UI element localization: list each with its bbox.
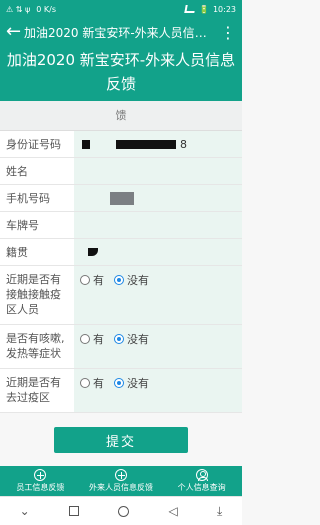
- radio-selected-icon: [114, 275, 124, 285]
- q3-no-radio[interactable]: 没有: [114, 375, 149, 391]
- nav-down-icon[interactable]: ⌄: [20, 504, 30, 518]
- home-icon[interactable]: [118, 505, 130, 517]
- plus-icon: [115, 469, 127, 481]
- redacted-block: [82, 139, 90, 149]
- id-number-row: 身份证号码 8: [0, 131, 242, 158]
- q1-yes-label: 有: [93, 274, 104, 287]
- q3-options: 有 没有: [74, 369, 242, 412]
- bottom-tab-bar: 员工信息反馈 外来人员信息反馈 个人信息查询: [0, 466, 242, 496]
- more-menu-icon[interactable]: ⋮: [220, 23, 236, 42]
- q1-yes-radio[interactable]: 有: [80, 272, 104, 288]
- banner-title: 加油2020 新宝安环-外来人员信息反馈: [6, 51, 236, 93]
- q3-yes-label: 有: [93, 377, 104, 390]
- tab-personal-query[interactable]: 个人信息查询: [161, 466, 242, 496]
- name-label: 姓名: [0, 158, 74, 184]
- subheader: 馈: [0, 101, 242, 131]
- phone-field[interactable]: [74, 185, 242, 211]
- download-icon[interactable]: ⤓: [217, 504, 222, 519]
- q2-options: 有 没有: [74, 325, 242, 368]
- recent-apps-icon[interactable]: [68, 506, 79, 516]
- origin-label: 籍贯: [0, 239, 74, 265]
- q1-options: 有 没有: [74, 266, 242, 324]
- q2-no-label: 没有: [127, 333, 149, 346]
- redacted-block: [88, 248, 98, 256]
- name-field[interactable]: [74, 158, 242, 184]
- plate-field[interactable]: [74, 212, 242, 238]
- origin-field[interactable]: [74, 239, 242, 265]
- q3-yes-radio[interactable]: 有: [80, 375, 104, 391]
- plate-row: 车牌号: [0, 212, 242, 239]
- q1-label: 近期是否有接触接触疫区人员: [0, 266, 74, 324]
- radio-circle-icon: [80, 378, 90, 388]
- tab-visitor-feedback[interactable]: 外来人员信息反馈: [81, 466, 162, 496]
- back-icon[interactable]: ◁: [168, 504, 177, 518]
- tab-employee-feedback[interactable]: 员工信息反馈: [0, 466, 81, 496]
- person-icon: [195, 469, 208, 481]
- q1-no-label: 没有: [127, 274, 149, 287]
- q2-yes-radio[interactable]: 有: [80, 331, 104, 347]
- q2-label: 是否有咳嗽,发热等症状: [0, 325, 74, 368]
- radio-circle-icon: [80, 334, 90, 344]
- q2-yes-label: 有: [93, 333, 104, 346]
- subheader-text: 馈: [115, 109, 127, 122]
- name-row: 姓名: [0, 158, 242, 185]
- phone-label: 手机号码: [0, 185, 74, 211]
- status-bar: ⚠ ⇅ ψ 0 K/s 🔋 10:23: [0, 0, 242, 18]
- phone-row: 手机号码: [0, 185, 242, 212]
- q2-row: 是否有咳嗽,发热等症状 有 没有: [0, 325, 242, 369]
- network-speed: 0 K/s: [36, 4, 56, 14]
- tab-label: 个人信息查询: [177, 483, 226, 492]
- submit-area: 提交: [0, 413, 242, 463]
- q1-no-radio[interactable]: 没有: [114, 272, 149, 288]
- q3-row: 近期是否有去过疫区 有 没有: [0, 369, 242, 413]
- radio-circle-icon: [80, 275, 90, 285]
- q3-label: 近期是否有去过疫区: [0, 369, 74, 412]
- clock: 10:23: [212, 4, 236, 14]
- radio-selected-icon: [114, 378, 124, 388]
- id-number-label: 身份证号码: [0, 131, 74, 157]
- status-icons: ⚠ ⇅ ψ: [6, 4, 31, 14]
- submit-button[interactable]: 提交: [54, 427, 188, 453]
- system-nav-bar: ⌄ ◁ ⤓: [0, 496, 242, 525]
- q3-no-label: 没有: [127, 377, 149, 390]
- plate-label: 车牌号: [0, 212, 74, 238]
- form-banner: 加油2020 新宝安环-外来人员信息反馈: [0, 46, 242, 101]
- id-number-field[interactable]: 8: [74, 131, 242, 157]
- app-bar: ← 加油2020 新宝安环-外来人员信息... ⋮: [0, 18, 242, 46]
- plus-icon: [34, 469, 47, 481]
- battery-icon: 🔋: [198, 4, 209, 14]
- id-number-suffix: 8: [180, 137, 187, 151]
- blurred-block: [110, 191, 134, 205]
- signal-icon: [184, 5, 196, 13]
- back-arrow-icon[interactable]: ←: [6, 23, 21, 41]
- radio-selected-icon: [114, 334, 124, 344]
- redacted-block: [116, 139, 176, 149]
- q1-row: 近期是否有接触接触疫区人员 有 没有: [0, 266, 242, 325]
- tab-label: 员工信息反馈: [16, 483, 65, 492]
- page-title: 加油2020 新宝安环-外来人员信息...: [24, 25, 214, 40]
- origin-row: 籍贯: [0, 239, 242, 266]
- q2-no-radio[interactable]: 没有: [114, 331, 149, 347]
- tab-label: 外来人员信息反馈: [89, 483, 153, 492]
